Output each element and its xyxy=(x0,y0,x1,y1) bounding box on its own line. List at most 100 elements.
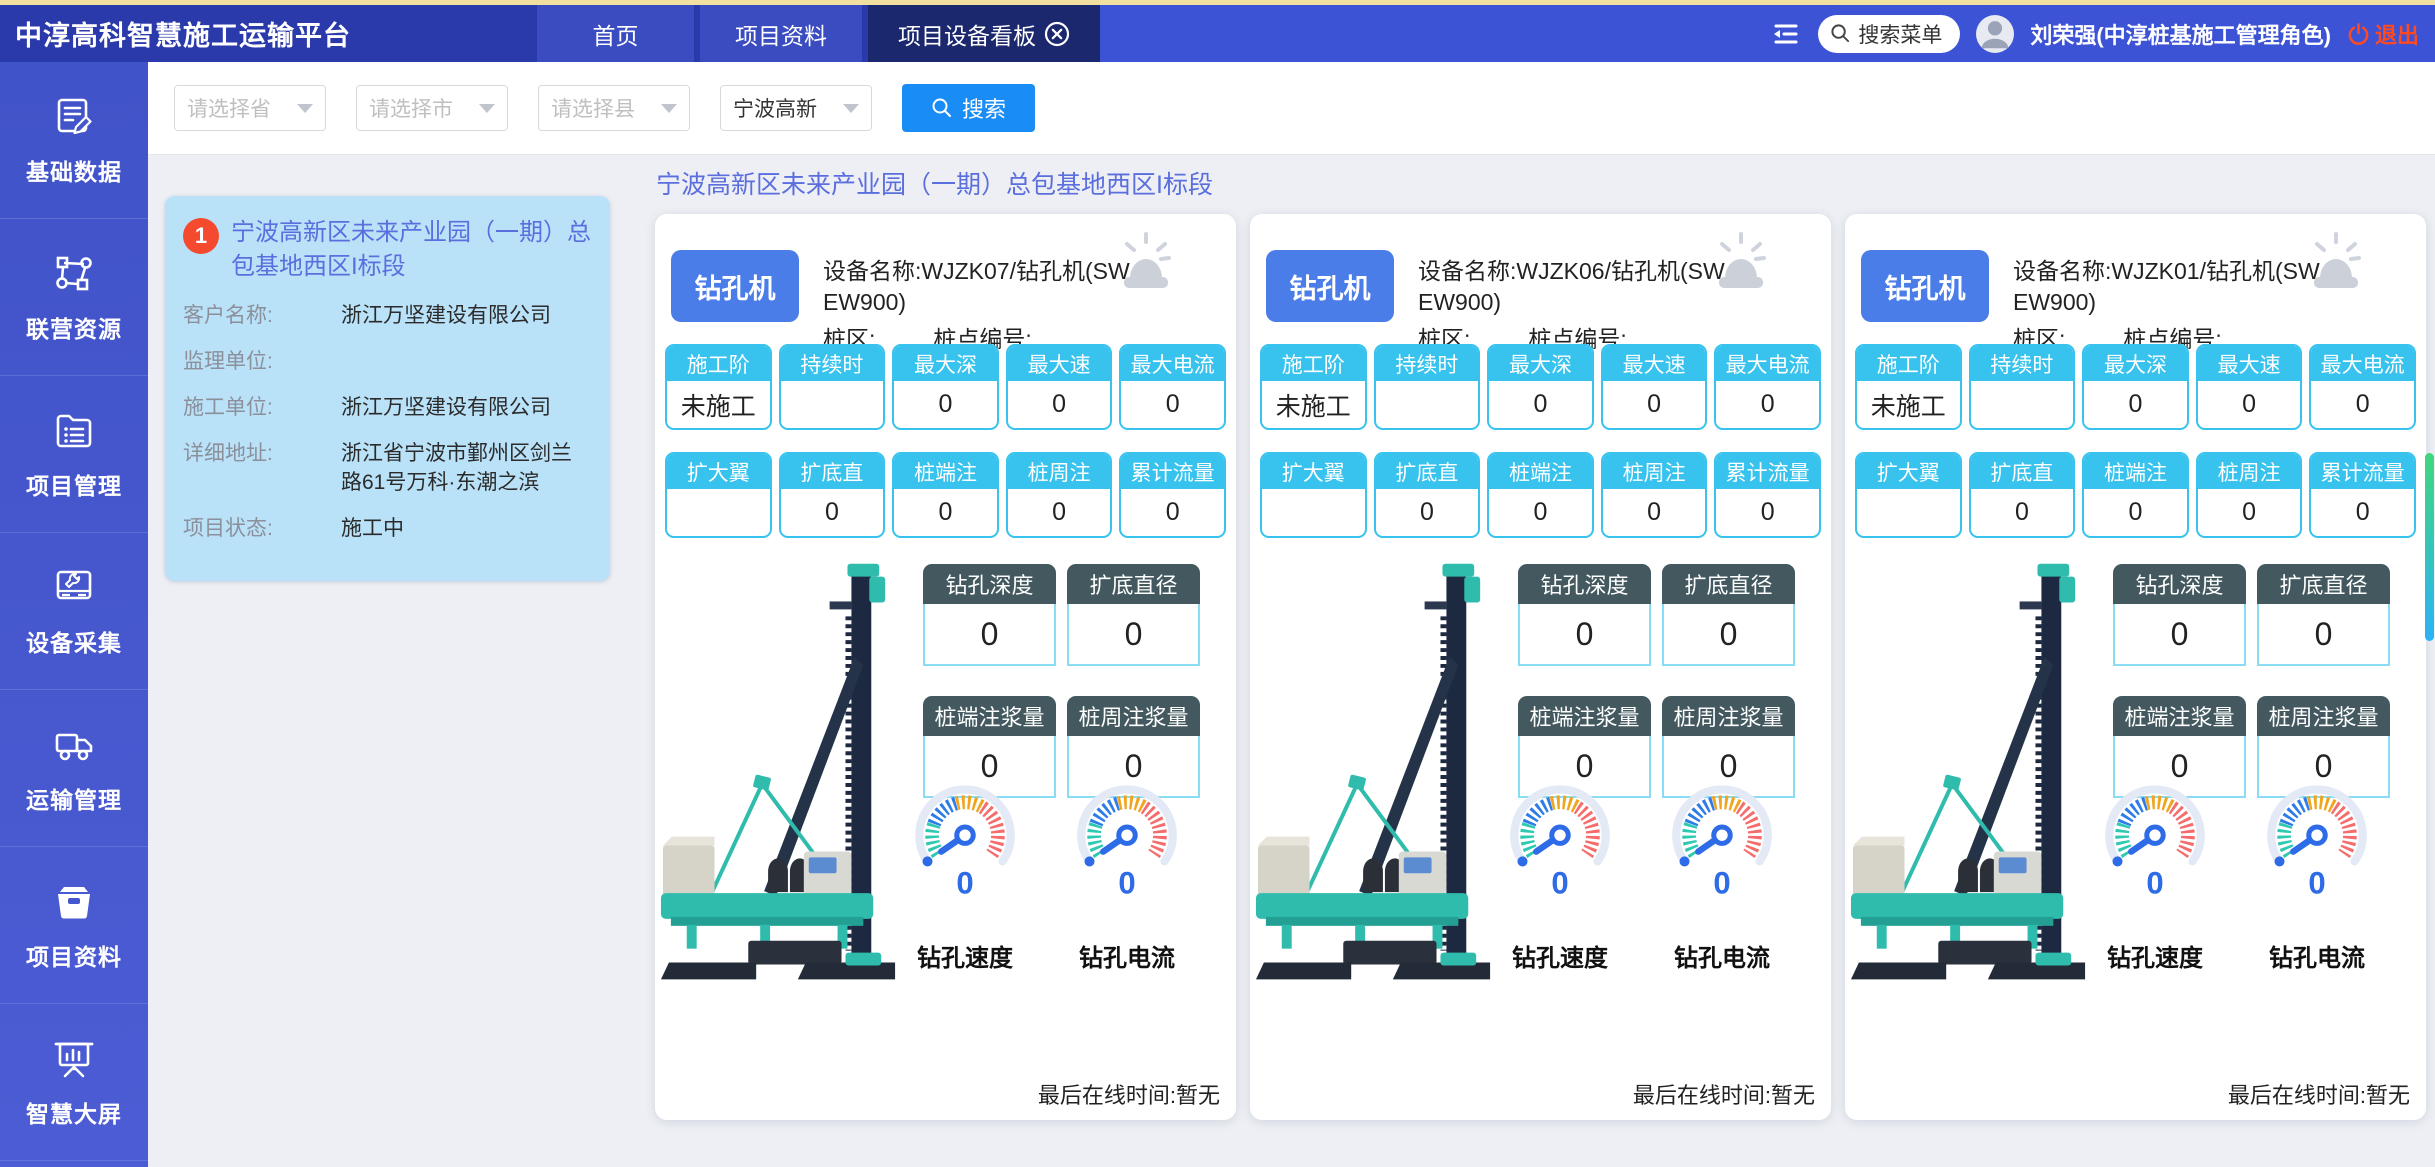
menu-search-input[interactable]: 搜索菜单 xyxy=(1818,15,1960,53)
stat-box: 施工阶未施工 xyxy=(1260,344,1367,430)
device-card: 钻孔机 设备名称:WJZK06/钻孔机(SWEW900) 桩区: 桩点编号: 施… xyxy=(1250,214,1831,1120)
stat-box: 累计流量0 xyxy=(1714,452,1821,538)
pile-driver-image xyxy=(657,560,905,1005)
last-online-time: 最后在线时间:暂无 xyxy=(1038,1078,1220,1110)
sidebar-item-smart-screen[interactable]: 智慧大屏 xyxy=(0,1004,148,1161)
gauge-dial: 0 xyxy=(1658,782,1786,903)
sidebar-item-project-mgmt[interactable]: 项目管理 xyxy=(0,376,148,533)
stat-box: 最大深0 xyxy=(2082,344,2189,430)
stat-box: 最大深0 xyxy=(892,344,999,430)
province-select[interactable]: 请选择省 xyxy=(174,85,326,131)
project-index-badge: 1 xyxy=(183,218,219,254)
stat-box: 最大电流0 xyxy=(1119,344,1226,430)
metric-drill-depth: 钻孔深度0 xyxy=(1518,564,1651,666)
filter-bar: 请选择省 请选择市 请选择县 宁波高新 搜索 xyxy=(148,62,2435,155)
alarm-siren-icon xyxy=(1712,228,1770,294)
close-tab-icon[interactable] xyxy=(1044,21,1070,47)
gauge-label: 钻孔电流 xyxy=(2253,938,2381,973)
project-info-panel[interactable]: 1 宁波高新区未来产业园（一期）总包基地西区I标段 客户名称: 浙江万坚建设有限… xyxy=(165,196,610,581)
sidebar-item-device-collect[interactable]: 设备采集 xyxy=(0,533,148,690)
gauge-value: 0 xyxy=(1118,866,1135,901)
search-icon xyxy=(931,97,953,119)
sidebar-item-transport-mgmt[interactable]: 运输管理 xyxy=(0,690,148,847)
alarm-siren-icon xyxy=(2307,228,2365,294)
project-row-customer: 客户名称: 浙江万坚建设有限公司 xyxy=(183,301,592,330)
gauge-dial: 0 xyxy=(2091,782,2219,903)
device-card: 钻孔机 设备名称:WJZK07/钻孔机(SWEW900) 桩区: 桩点编号: 施… xyxy=(655,214,1236,1120)
chevron-down-icon xyxy=(843,104,859,113)
metric-drill-depth: 钻孔深度0 xyxy=(2113,564,2246,666)
truck-icon xyxy=(50,721,98,769)
last-online-time: 最后在线时间:暂无 xyxy=(2228,1078,2410,1110)
user-icon xyxy=(1976,15,2014,53)
metric-expand-diameter: 扩底直径0 xyxy=(2257,564,2390,666)
gauge-value: 0 xyxy=(956,866,973,901)
archive-icon xyxy=(50,878,98,926)
sidebar: 基础数据 联营资源 项目管理 设备采集 xyxy=(0,62,148,1167)
header-right: 搜索菜单 刘荣强(中淳桩基施工管理角色) 退出 xyxy=(1100,5,2435,62)
gauge-dial: 0 xyxy=(1496,782,1624,903)
device-name: 设备名称:WJZK06/钻孔机(SWEW900) xyxy=(1418,256,1736,318)
gauge-dial: 0 xyxy=(2253,782,2381,903)
device-type-badge: 钻孔机 xyxy=(671,250,799,322)
metric-expand-diameter: 扩底直径0 xyxy=(1067,564,1200,666)
device-name: 设备名称:WJZK07/钻孔机(SWEW900) xyxy=(823,256,1141,318)
gauge-dial: 0 xyxy=(1063,782,1191,903)
scrollbar-thumb[interactable] xyxy=(2425,453,2434,641)
gauge-drill-current: 0 钻孔电流 xyxy=(2253,782,2381,973)
stat-box: 最大深0 xyxy=(1487,344,1594,430)
tab-home[interactable]: 首页 xyxy=(537,5,694,62)
tab-device-board[interactable]: 项目设备看板 xyxy=(868,5,1100,62)
stat-box: 扩大翼 xyxy=(1260,452,1367,538)
stat-box: 最大速0 xyxy=(1601,344,1708,430)
alarm-siren-icon xyxy=(1117,228,1175,294)
chevron-down-icon xyxy=(297,104,313,113)
metric-expand-diameter: 扩底直径0 xyxy=(1662,564,1795,666)
project-row-status: 项目状态: 施工中 xyxy=(183,514,592,543)
doc-edit-icon xyxy=(50,93,98,141)
gauge-value: 0 xyxy=(2308,866,2325,901)
search-button[interactable]: 搜索 xyxy=(902,84,1035,132)
logout-button[interactable]: 退出 xyxy=(2347,18,2419,50)
folder-list-icon xyxy=(50,407,98,455)
project-title-link[interactable]: 宁波高新区未来产业园（一期）总包基地西区I标段 xyxy=(231,216,592,284)
device-card: 钻孔机 设备名称:WJZK01/钻孔机(SWEW900) 桩区: 桩点编号: 施… xyxy=(1845,214,2426,1120)
gauge-value: 0 xyxy=(2146,866,2163,901)
stat-box: 持续时 xyxy=(779,344,886,430)
app-title: 中淳高科智慧施工运输平台 xyxy=(15,5,351,62)
gauge-drill-current: 0 钻孔电流 xyxy=(1063,782,1191,973)
chevron-down-icon xyxy=(479,104,495,113)
tab-project-docs[interactable]: 项目资料 xyxy=(700,5,862,62)
device-name: 设备名称:WJZK01/钻孔机(SWEW900) xyxy=(2013,256,2331,318)
menu-fold-icon[interactable] xyxy=(1770,18,1802,50)
gauge-label: 钻孔电流 xyxy=(1063,938,1191,973)
dashboard-screen-icon xyxy=(50,1035,98,1083)
district-select[interactable]: 宁波高新 xyxy=(720,85,872,131)
pile-driver-image xyxy=(1252,560,1500,1005)
chevron-down-icon xyxy=(661,104,677,113)
stat-box: 施工阶未施工 xyxy=(1855,344,1962,430)
stats-row-2: 扩大翼 扩底直0 桩端注0 桩周注0 累计流量0 xyxy=(1855,452,2416,538)
device-wrench-icon xyxy=(50,564,98,612)
app-header: 中淳高科智慧施工运输平台 首页 项目资料 项目设备看板 搜索菜单 刘荣强(中淳桩… xyxy=(0,5,2435,62)
sidebar-item-basic-data[interactable]: 基础数据 xyxy=(0,62,148,219)
stat-box: 桩周注0 xyxy=(2196,452,2303,538)
project-row-supervisor: 监理单位: xyxy=(183,347,592,376)
stat-box: 桩周注0 xyxy=(1006,452,1113,538)
stat-box: 扩底直0 xyxy=(1374,452,1481,538)
metric-drill-depth: 钻孔深度0 xyxy=(923,564,1056,666)
stats-row-1: 施工阶未施工 持续时 最大深0 最大速0 最大电流0 xyxy=(1260,344,1821,430)
gauge-value: 0 xyxy=(1551,866,1568,901)
device-type-badge: 钻孔机 xyxy=(1861,250,1989,322)
stat-box: 扩大翼 xyxy=(665,452,772,538)
stats-row-2: 扩大翼 扩底直0 桩端注0 桩周注0 累计流量0 xyxy=(665,452,1226,538)
county-select[interactable]: 请选择县 xyxy=(538,85,690,131)
stat-box: 桩端注0 xyxy=(2082,452,2189,538)
city-select[interactable]: 请选择市 xyxy=(356,85,508,131)
search-icon xyxy=(1830,23,1851,44)
gauge-drill-speed: 0 钻孔速度 xyxy=(1496,782,1624,973)
sidebar-item-project-docs[interactable]: 项目资料 xyxy=(0,847,148,1004)
main-content: 宁波高新区未来产业园（一期）总包基地西区I标段 1 宁波高新区未来产业园（一期）… xyxy=(148,155,2435,1167)
gauge-value: 0 xyxy=(1713,866,1730,901)
sidebar-item-joint-resources[interactable]: 联营资源 xyxy=(0,219,148,376)
